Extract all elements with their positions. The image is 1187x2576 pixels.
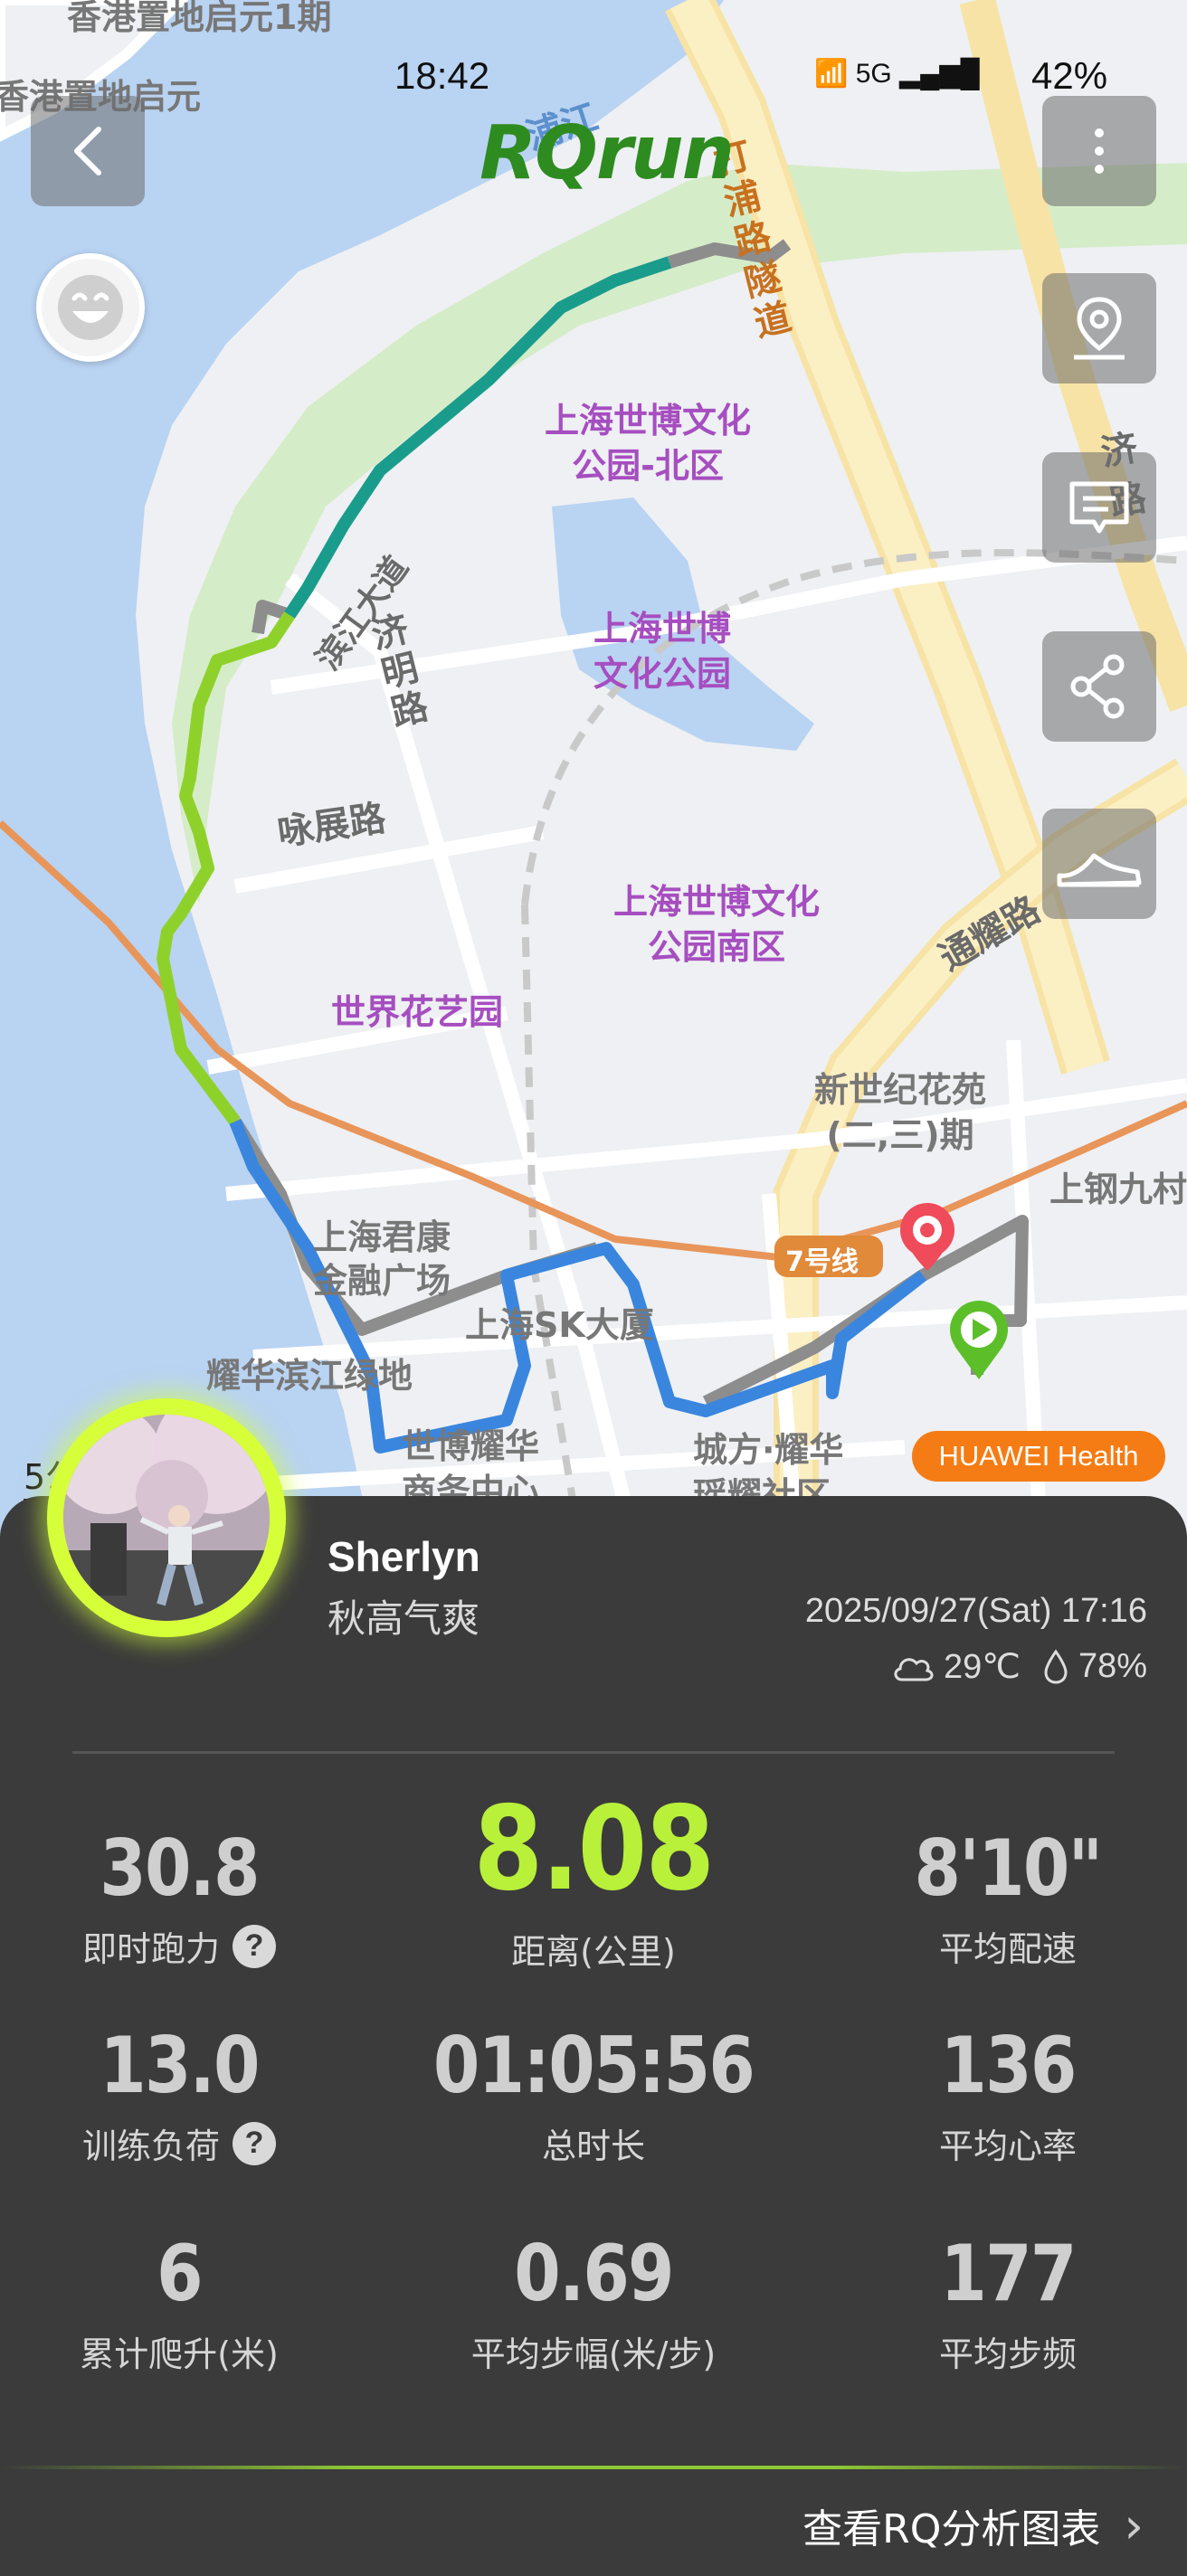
stat-label: 累计爬升(米) — [80, 2334, 279, 2374]
share-button[interactable] — [1042, 631, 1156, 742]
help-icon[interactable]: ? — [233, 1924, 276, 1968]
comment-icon — [1069, 481, 1129, 534]
stat-value: 136 — [940, 2021, 1077, 2111]
area-binjiang: 耀华滨江绿地 — [206, 1356, 413, 1396]
smile-face-icon — [58, 275, 123, 340]
stat-value: 8.08 — [473, 1782, 715, 1917]
stat-avg-cadence: 177 平均步频 — [818, 2229, 1187, 2376]
mood-text: 秋高气爽 — [328, 1596, 480, 1641]
location-button[interactable] — [1042, 273, 1156, 384]
user-photo-image — [63, 1415, 270, 1621]
emoji-button[interactable] — [36, 253, 145, 362]
share-icon — [1070, 654, 1125, 719]
stat-label: 平均步幅(米/步) — [470, 2334, 717, 2374]
stat-value: 8'10" — [914, 1823, 1104, 1914]
stat-value: 13.0 — [100, 2021, 260, 2111]
stat-value: 01:05:56 — [432, 2021, 755, 2111]
rq-analysis-link[interactable]: 查看RQ分析图表 › — [802, 2496, 1144, 2554]
area-shanggang: 上钢九村 — [1049, 1170, 1187, 1209]
stat-avg-pace: 8'10" 平均配速 — [818, 1823, 1187, 1971]
chevron-right-icon: › — [1124, 2496, 1144, 2554]
run-datetime: 2025/09/27(Sat) 17:16 — [804, 1592, 1147, 1630]
status-icons: 📶 5G ▂▄▆█ — [814, 59, 980, 89]
back-button[interactable] — [31, 96, 145, 206]
status-bar: 18:42 📶 5G ▂▄▆█ 42% — [0, 54, 1187, 109]
poi-expo-park: 上海世博 文化公园 — [594, 609, 732, 694]
stat-elevation-gain: 6 累计爬升(米) — [0, 2229, 369, 2376]
stat-label: 平均心率 — [938, 2126, 1077, 2166]
stat-value: 177 — [940, 2229, 1077, 2319]
stat-label: 即时跑力 — [81, 1929, 220, 1969]
metro-line-label: 7号线 — [785, 1246, 859, 1278]
stat-total-time: 01:05:56 总时长 — [404, 2021, 783, 2168]
running-shoe-icon — [1057, 853, 1142, 887]
more-vertical-icon — [1095, 128, 1104, 174]
humidity-drop-icon — [1044, 1648, 1068, 1684]
huawei-health-badge: HUAWEI Health — [912, 1431, 1165, 1482]
comment-button[interactable] — [1042, 452, 1156, 563]
stat-value: 0.69 — [514, 2229, 674, 2319]
analysis-link-label: 查看RQ分析图表 — [802, 2506, 1101, 2552]
temperature: 29℃ — [943, 1648, 1021, 1686]
status-time: 18:42 — [394, 54, 490, 97]
stat-distance: 8.08 距离(公里) — [404, 1782, 783, 1974]
stat-label: 平均步频 — [938, 2334, 1077, 2374]
battery-percentage: 42% — [1031, 54, 1108, 97]
start-pin-icon — [950, 1301, 1008, 1379]
stat-label: 总时长 — [541, 2126, 645, 2166]
shoe-button[interactable] — [1042, 809, 1156, 919]
app-logo: RQrun — [480, 110, 735, 196]
humidity: 78% — [1078, 1647, 1147, 1685]
map-label: 香港置地启元1期 — [67, 0, 332, 37]
more-menu-button[interactable] — [1042, 96, 1156, 206]
stat-value: 30.8 — [100, 1823, 260, 1914]
stat-avg-stride: 0.69 平均步幅(米/步) — [404, 2229, 783, 2376]
area-sk-building: 上海SK大厦 — [465, 1305, 654, 1345]
poi-flower-garden: 世界花艺园 — [331, 992, 504, 1032]
footer-divider — [0, 2466, 1187, 2469]
stat-training-load: 13.0 训练负荷? — [0, 2021, 369, 2168]
stat-avg-heart-rate: 136 平均心率 — [818, 2021, 1187, 2168]
location-pin-icon — [1074, 297, 1125, 360]
stat-value: 6 — [157, 2229, 203, 2319]
stat-label: 训练负荷 — [81, 2126, 220, 2166]
stat-label: 平均配速 — [938, 1929, 1077, 1969]
help-icon[interactable]: ? — [233, 2121, 276, 2165]
panel-divider — [72, 1751, 1115, 1754]
poi-expo-north: 上海世博文化 公园-北区 — [545, 401, 752, 486]
area-junkang: 上海君康 金融广场 — [313, 1217, 451, 1301]
poi-expo-south: 上海世博文化 公园南区 — [613, 882, 821, 967]
cloud-icon — [894, 1657, 934, 1681]
stat-running-power: 30.8 即时跑力? — [0, 1823, 369, 1971]
stat-label: 距离(公里) — [511, 1932, 676, 1972]
avatar[interactable] — [47, 1398, 286, 1637]
weather-info: 29℃ 78% — [891, 1646, 1147, 1687]
username: Sherlyn — [328, 1533, 480, 1580]
chevron-left-icon — [74, 127, 101, 175]
area-new-century: 新世纪花苑 (二,三)期 — [814, 1070, 987, 1155]
avatar-photo — [63, 1415, 270, 1621]
route-map[interactable]: 香港置地启元1期 香港置地启元 浦江 打浦路隧道 上海世博文化 公园-北区 上海… — [0, 0, 1187, 1538]
